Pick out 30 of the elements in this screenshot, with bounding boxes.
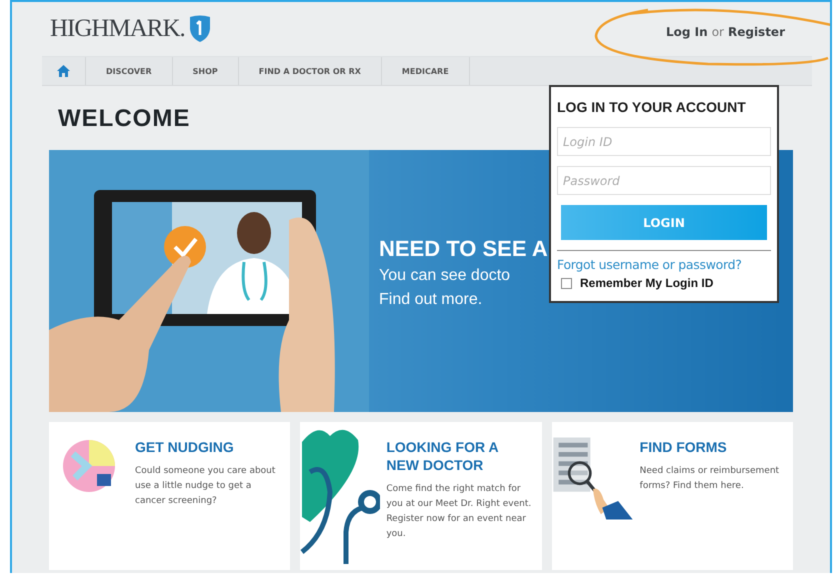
hero-text: Find out more. xyxy=(379,290,482,310)
hero-text: You can see docto xyxy=(379,266,510,286)
feature-card[interactable]: GET NUDGING Could someone you care about use a little nudge to get a cancer screening? xyxy=(49,422,290,570)
separator-text: or xyxy=(712,25,724,39)
feature-card[interactable]: FIND FORMS Need claims or reimbursement forms? Find them here. xyxy=(552,422,793,570)
nav-tab[interactable]: SHOP xyxy=(172,57,239,85)
feature-card[interactable]: LOOKING FOR A NEW DOCTOR Come find the right match for you at our Meet Dr. Right event. Register now for an event near you. xyxy=(300,422,542,570)
card-title[interactable]: GET NUDGING xyxy=(135,438,284,456)
card-text: Come find the right match for you at our Meet Dr. Right event. Register now for an event near you. xyxy=(386,483,532,541)
page-title: WELCOME xyxy=(57,104,190,134)
card-title[interactable]: LOOKING FOR A NEW DOCTOR xyxy=(386,438,536,474)
logo-wordmark[interactable]: HIGHMARK. xyxy=(50,15,185,43)
login-title: LOG IN TO YOUR ACCOUNT xyxy=(557,99,747,115)
hero-headline: NEED TO SEE A xyxy=(379,235,548,263)
remember-checkbox[interactable] xyxy=(561,278,572,288)
forgot-password-link[interactable]: Forgot username or password? xyxy=(557,257,771,272)
card-text: Need claims or reimbursement forms? Find them here. xyxy=(640,465,780,493)
remember-label[interactable]: Remember My Login ID xyxy=(580,276,714,290)
home-icon xyxy=(57,65,70,77)
login-id-field[interactable]: Login ID xyxy=(557,127,771,156)
shield-icon xyxy=(188,15,211,43)
register-link[interactable]: Register xyxy=(728,25,785,39)
nav-tab[interactable]: MEDICARE xyxy=(382,57,470,85)
password-field[interactable]: Password xyxy=(557,166,771,195)
card-text: Could someone you care about use a little nudge to get a cancer screening? xyxy=(135,465,276,508)
nav-tab[interactable]: DISCOVER xyxy=(86,57,173,85)
nav-tab[interactable]: FIND A DOCTOR OR RX xyxy=(238,57,382,85)
card-title[interactable]: FIND FORMS xyxy=(640,438,787,456)
login-link[interactable]: Log In xyxy=(666,25,708,39)
circle-drawing xyxy=(63,440,115,492)
